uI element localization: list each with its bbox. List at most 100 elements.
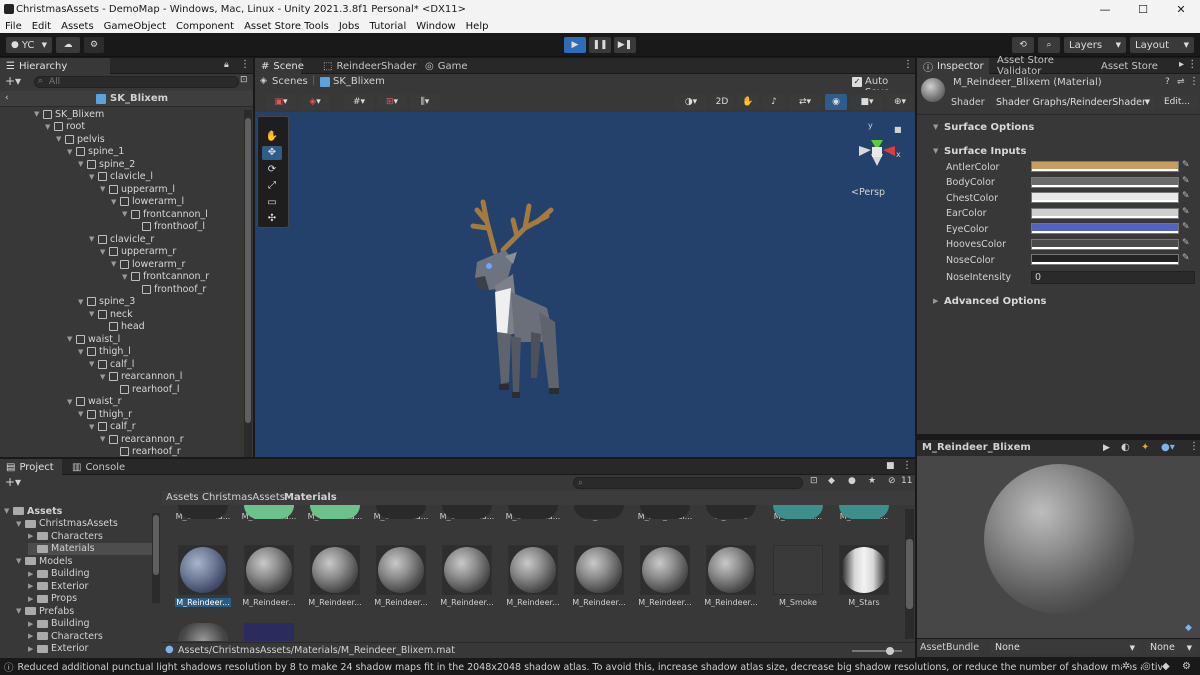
project-search-input[interactable]: ⌕ (573, 477, 803, 489)
effects-dropdown[interactable]: ⇄▾ (789, 94, 821, 110)
expand-arrow-icon[interactable]: ▼ (16, 520, 25, 528)
rect-tool-icon[interactable]: ▭ (262, 195, 282, 209)
color-field[interactable] (1031, 254, 1179, 265)
add-icon[interactable]: +▾ (5, 74, 21, 88)
transform-tool-icon[interactable]: ✣ (262, 212, 282, 226)
hierarchy-item[interactable]: ▼ waist_l (67, 333, 120, 346)
account-dropdown[interactable]: ● YC ▼ (6, 37, 52, 53)
surface-inputs-foldout[interactable]: Surface Inputs (944, 146, 1026, 157)
cloud-icon[interactable]: ☁ (56, 37, 80, 53)
view-tool-icon[interactable]: ✋ (262, 129, 282, 143)
asset-item[interactable]: M_Reindeer... (703, 545, 759, 607)
hierarchy-item[interactable]: ▼ upperarm_r (100, 246, 176, 259)
gizmo-center[interactable] (872, 147, 882, 157)
mesh-preview-dropdown[interactable]: ●▾ (1161, 442, 1175, 453)
expand-arrow-icon[interactable]: ▼ (16, 557, 25, 565)
cache-icon[interactable]: ◆ (1162, 661, 1170, 672)
hierarchy-item[interactable]: ▼ thigh_l (78, 346, 131, 359)
collapse-arrow-icon[interactable]: ▼ (933, 147, 938, 155)
tab-scene[interactable]: # Scene (255, 58, 304, 74)
hierarchy-item[interactable]: ▼ rearcannon_l (100, 371, 182, 384)
expand-arrow-icon[interactable]: ▶ (28, 645, 37, 653)
search-by-label-icon[interactable]: ◆ (828, 476, 835, 486)
history-icon[interactable]: ⟲ (1012, 37, 1034, 53)
align-dropdown[interactable]: ⫼▾ (410, 94, 440, 110)
preset-icon[interactable]: ⇌ (1177, 77, 1185, 87)
auto-save-checkbox[interactable]: ✓ (852, 77, 862, 87)
folder-item[interactable]: Materials (28, 542, 152, 555)
menu-window[interactable]: Window (411, 21, 460, 32)
menu-tutorial[interactable]: Tutorial (364, 21, 411, 32)
shader-dropdown[interactable]: Shader Graphs/ReindeerShader ▼ (991, 95, 1155, 109)
surface-options-foldout[interactable]: Surface Options (944, 122, 1034, 133)
expand-arrow-icon[interactable]: ▼ (78, 410, 87, 418)
expand-arrow-icon[interactable]: ▶ (28, 570, 37, 578)
expand-arrow-icon[interactable]: ▼ (100, 185, 109, 193)
collab-icon[interactable]: ⚙ (84, 37, 104, 53)
tab-inspector[interactable]: ⓘ Inspector (917, 58, 989, 74)
eyedropper-icon[interactable]: ✎ (1182, 238, 1190, 248)
projection-toggle[interactable]: <Persp (851, 187, 885, 198)
lighting-preview-icon[interactable]: ✦ (1141, 442, 1149, 453)
expand-arrow-icon[interactable]: ▼ (67, 335, 76, 343)
menu-asset-store-tools[interactable]: Asset Store Tools (239, 21, 334, 32)
tab-reindeershader[interactable]: ⬚ ReindeerShader (317, 58, 416, 74)
expand-arrow-icon[interactable]: ▼ (100, 373, 109, 381)
back-arrow-icon[interactable]: ‹ (5, 93, 9, 103)
kebab-menu-icon[interactable]: ⋮ (1189, 441, 1199, 452)
expand-arrow-icon[interactable]: ▼ (4, 507, 13, 515)
asset-grid-scrollbar[interactable] (905, 509, 914, 639)
eyedropper-icon[interactable]: ✎ (1182, 207, 1190, 217)
expand-arrow-icon[interactable]: ▼ (89, 173, 98, 181)
folder-item[interactable]: ▶ Building (28, 568, 90, 581)
thumbnail-size-slider[interactable] (852, 647, 902, 655)
eyedropper-icon[interactable]: ✎ (1182, 191, 1190, 201)
add-icon[interactable]: +▾ (5, 475, 21, 489)
eyedropper-icon[interactable]: ✎ (1182, 160, 1190, 170)
hierarchy-scrollbar[interactable] (244, 110, 252, 457)
asset-item[interactable]: M_Stars (836, 545, 892, 607)
tag-icon[interactable]: ◆ (1185, 623, 1192, 633)
expand-arrow-icon[interactable]: ▼ (56, 135, 65, 143)
eyedropper-icon[interactable]: ✎ (1182, 253, 1190, 263)
scrollbar-thumb[interactable] (906, 539, 913, 609)
grid-snap-dropdown[interactable]: #▾ (344, 94, 374, 110)
hierarchy-item[interactable]: ▼ thigh_r (78, 408, 132, 421)
color-field[interactable] (1031, 223, 1179, 234)
asset-item[interactable]: M_Reindeer... (505, 545, 561, 607)
tab-hierarchy[interactable]: ☰ Hierarchy (0, 58, 110, 74)
lighting-icon[interactable]: ✋ (737, 94, 759, 110)
pause-button[interactable]: ❚❚ (589, 37, 611, 53)
color-field[interactable] (1031, 161, 1179, 172)
expand-arrow-icon[interactable]: ▼ (89, 235, 98, 243)
close-button[interactable]: ✕ (1162, 0, 1200, 19)
gizmos-dropdown[interactable]: ⊕▾ (887, 94, 913, 110)
expand-arrow-icon[interactable]: ▶ (28, 620, 37, 628)
play-preview-icon[interactable]: ▶ (1103, 443, 1110, 453)
settings-icon[interactable]: ⚙ (1182, 661, 1191, 672)
reindeer-model[interactable] (455, 192, 595, 402)
asset-item[interactable]: M_Reindeer... (307, 545, 363, 607)
lock-icon[interactable]: 🔒︎ (224, 60, 229, 70)
hierarchy-item[interactable]: rearhoof_l (111, 383, 179, 396)
advanced-options-foldout[interactable]: Advanced Options (944, 296, 1046, 307)
nose-intensity-field[interactable]: 0 (1031, 271, 1195, 284)
eyedropper-icon[interactable]: ✎ (1182, 176, 1190, 186)
render-mode-dropdown[interactable]: ◈ ▾ (300, 94, 330, 110)
hierarchy-item[interactable]: ▼ SK_Blixem (34, 108, 104, 121)
asset-variant-dropdown[interactable]: None ▼ (1145, 641, 1197, 654)
maximize-button[interactable]: ☐ (1124, 0, 1162, 19)
hierarchy-item[interactable]: ▼ clavicle_r (89, 233, 154, 246)
asset-item[interactable]: M_Reindeer... (241, 545, 297, 607)
rotate-tool-icon[interactable]: ⟳ (262, 162, 282, 176)
light-icon[interactable]: ◐ (1121, 442, 1130, 453)
asset-bundle-dropdown[interactable]: None ▼ (990, 641, 1140, 654)
expand-arrow-icon[interactable]: ▼ (78, 298, 87, 306)
asset-item[interactable]: M_Reindeer... (373, 545, 429, 607)
search-input[interactable]: ⌕ All (34, 76, 239, 88)
asset-item[interactable]: M_Reindeer... (439, 545, 495, 607)
folder-item[interactable]: ▶ Characters (28, 530, 103, 543)
eyedropper-icon[interactable]: ✎ (1182, 222, 1190, 232)
search-icon[interactable]: ⌕ (1038, 37, 1060, 53)
folder-item[interactable]: ▶ Props (28, 593, 77, 606)
